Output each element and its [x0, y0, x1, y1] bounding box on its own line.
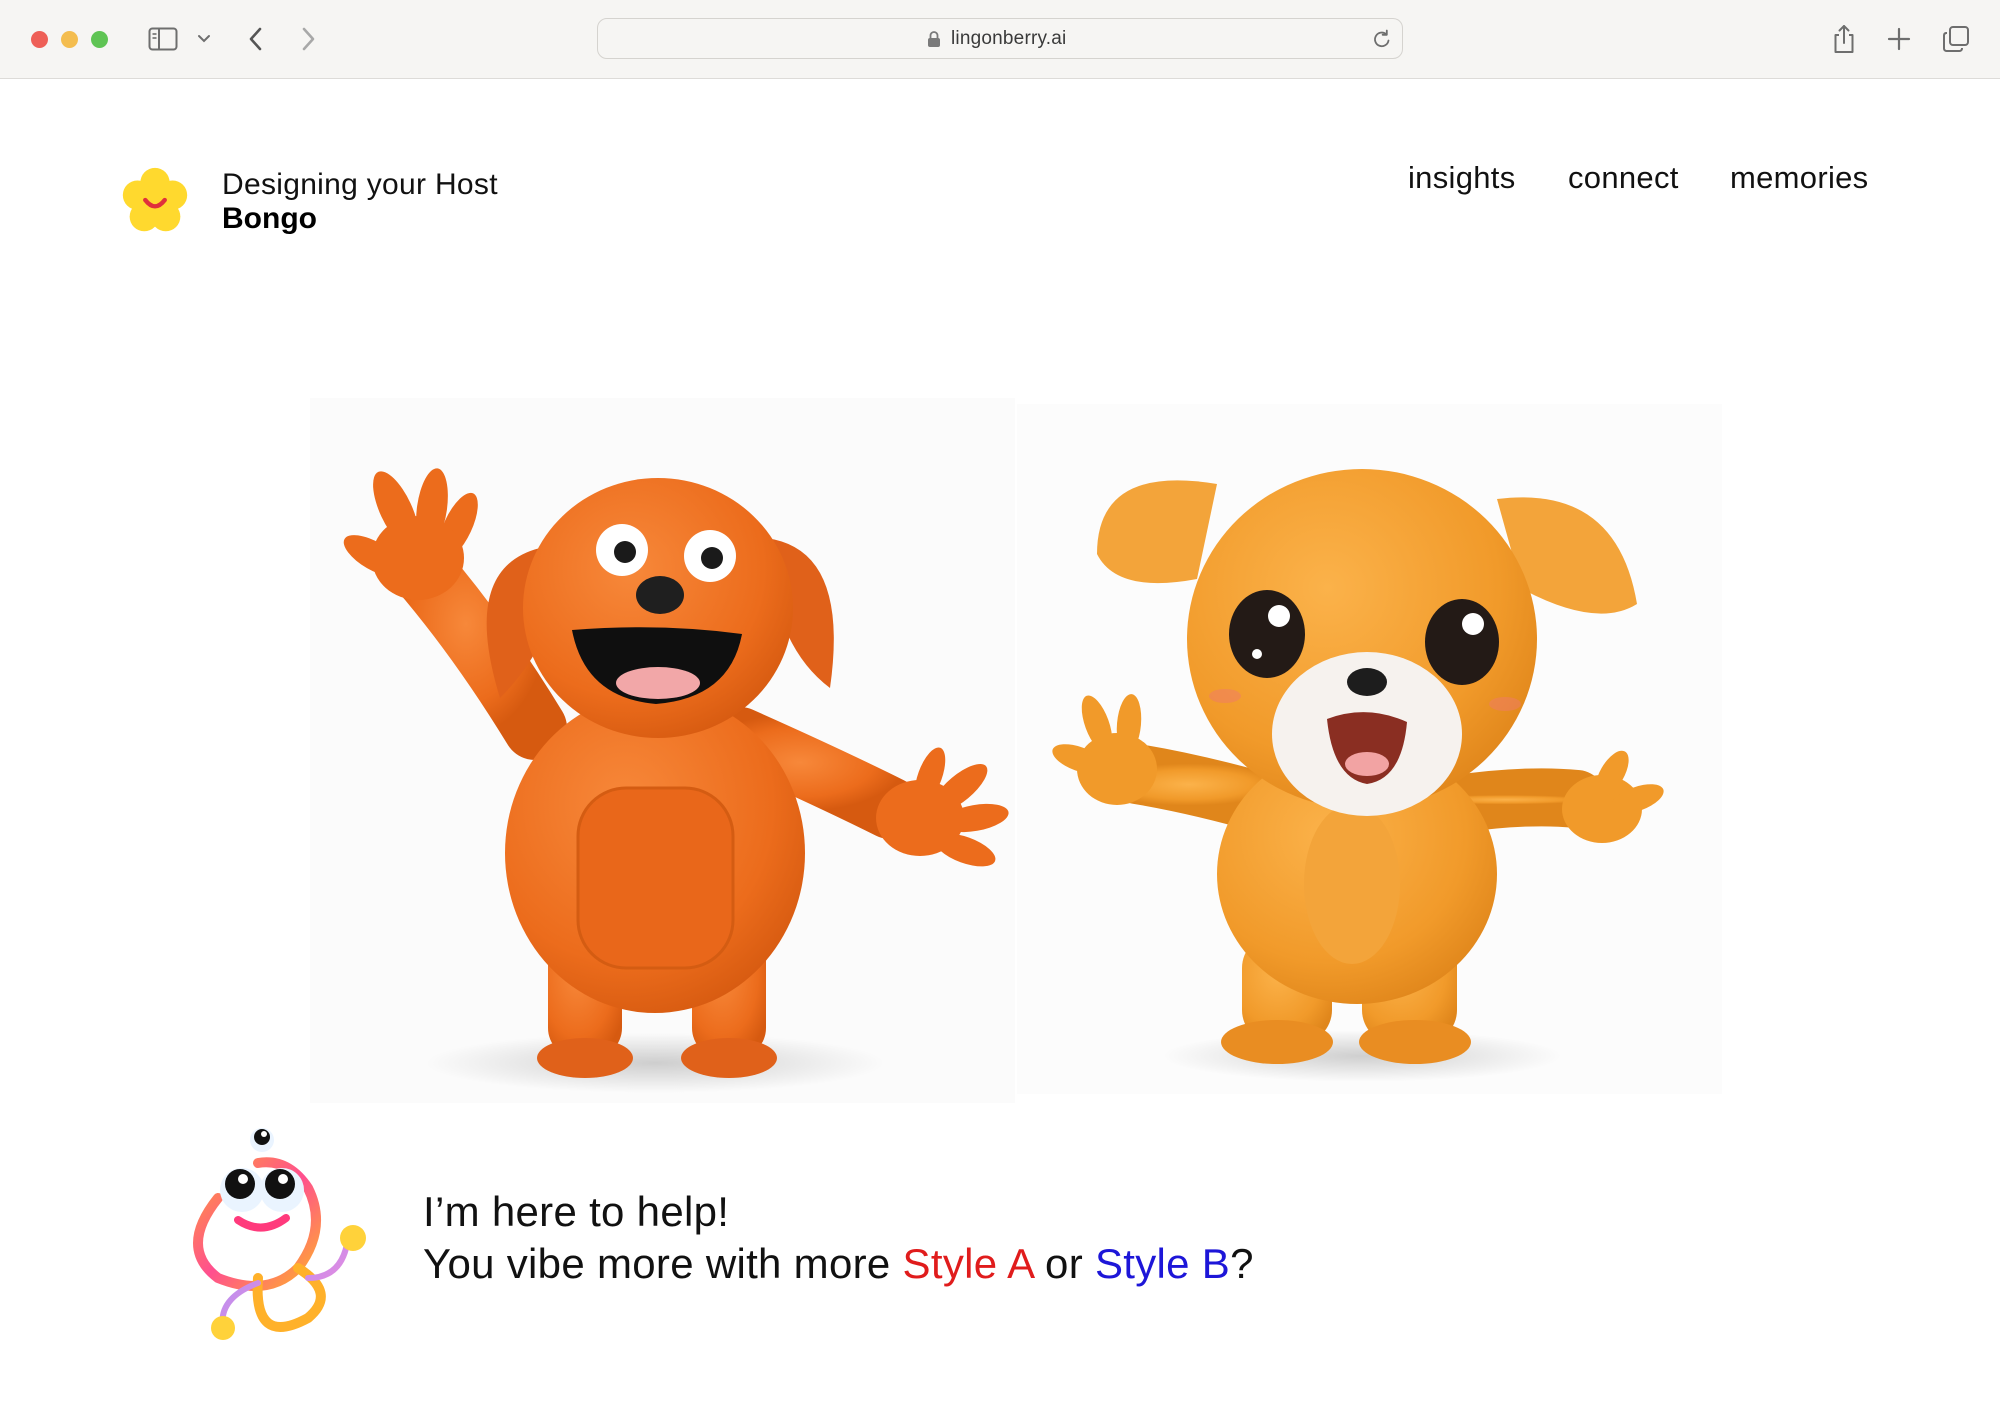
close-window-button[interactable]	[31, 31, 48, 48]
sidebar-icon	[148, 27, 178, 51]
url-text: lingonberry.ai	[951, 28, 1067, 49]
nav-connect[interactable]: connect	[1568, 160, 1679, 196]
back-button[interactable]	[242, 22, 270, 56]
plus-icon	[1887, 27, 1911, 51]
orange-dog-character-waving	[343, 468, 1009, 1093]
tabs-overview-icon	[1943, 26, 1969, 52]
page-subtitle: Designing your Host	[222, 168, 498, 201]
chevron-down-icon	[198, 35, 210, 43]
style-b-option[interactable]: Style B	[1095, 1240, 1230, 1287]
style-a-option[interactable]: Style A	[903, 1240, 1034, 1287]
host-name: Bongo	[222, 202, 317, 235]
style-b-image[interactable]	[1017, 404, 1722, 1094]
style-a-image[interactable]	[310, 398, 1015, 1103]
smiling-squiggle-mascot-icon[interactable]	[178, 1118, 378, 1354]
tab-overview-button[interactable]	[1940, 22, 1972, 56]
address-bar[interactable]: lingonberry.ai	[597, 18, 1403, 59]
lock-icon	[928, 31, 940, 47]
browser-toolbar: lingonberry.ai	[0, 0, 2000, 79]
question-prefix: You vibe more with more	[423, 1240, 903, 1287]
yellow-flower-smile-icon[interactable]	[116, 162, 194, 240]
nav-insights[interactable]: insights	[1408, 160, 1516, 196]
sidebar-toggle-button[interactable]	[146, 22, 180, 56]
new-tab-button[interactable]	[1884, 22, 1914, 56]
share-icon	[1834, 25, 1854, 53]
back-arrow-icon	[249, 27, 262, 51]
forward-arrow-icon	[302, 27, 315, 51]
reload-icon[interactable]	[1372, 28, 1392, 50]
cute-puppy-character-waving	[1052, 469, 1664, 1082]
minimize-window-button[interactable]	[61, 31, 78, 48]
question-connector: or	[1033, 1240, 1095, 1287]
assistant-question: You vibe more with more Style A or Style…	[423, 1240, 1254, 1288]
question-suffix: ?	[1230, 1240, 1254, 1287]
forward-button[interactable]	[294, 22, 322, 56]
sidebar-menu-button[interactable]	[193, 22, 215, 56]
assistant-greeting: I’m here to help!	[423, 1188, 730, 1235]
nav-memories[interactable]: memories	[1730, 160, 1868, 196]
share-button[interactable]	[1829, 22, 1859, 56]
zoom-window-button[interactable]	[91, 31, 108, 48]
